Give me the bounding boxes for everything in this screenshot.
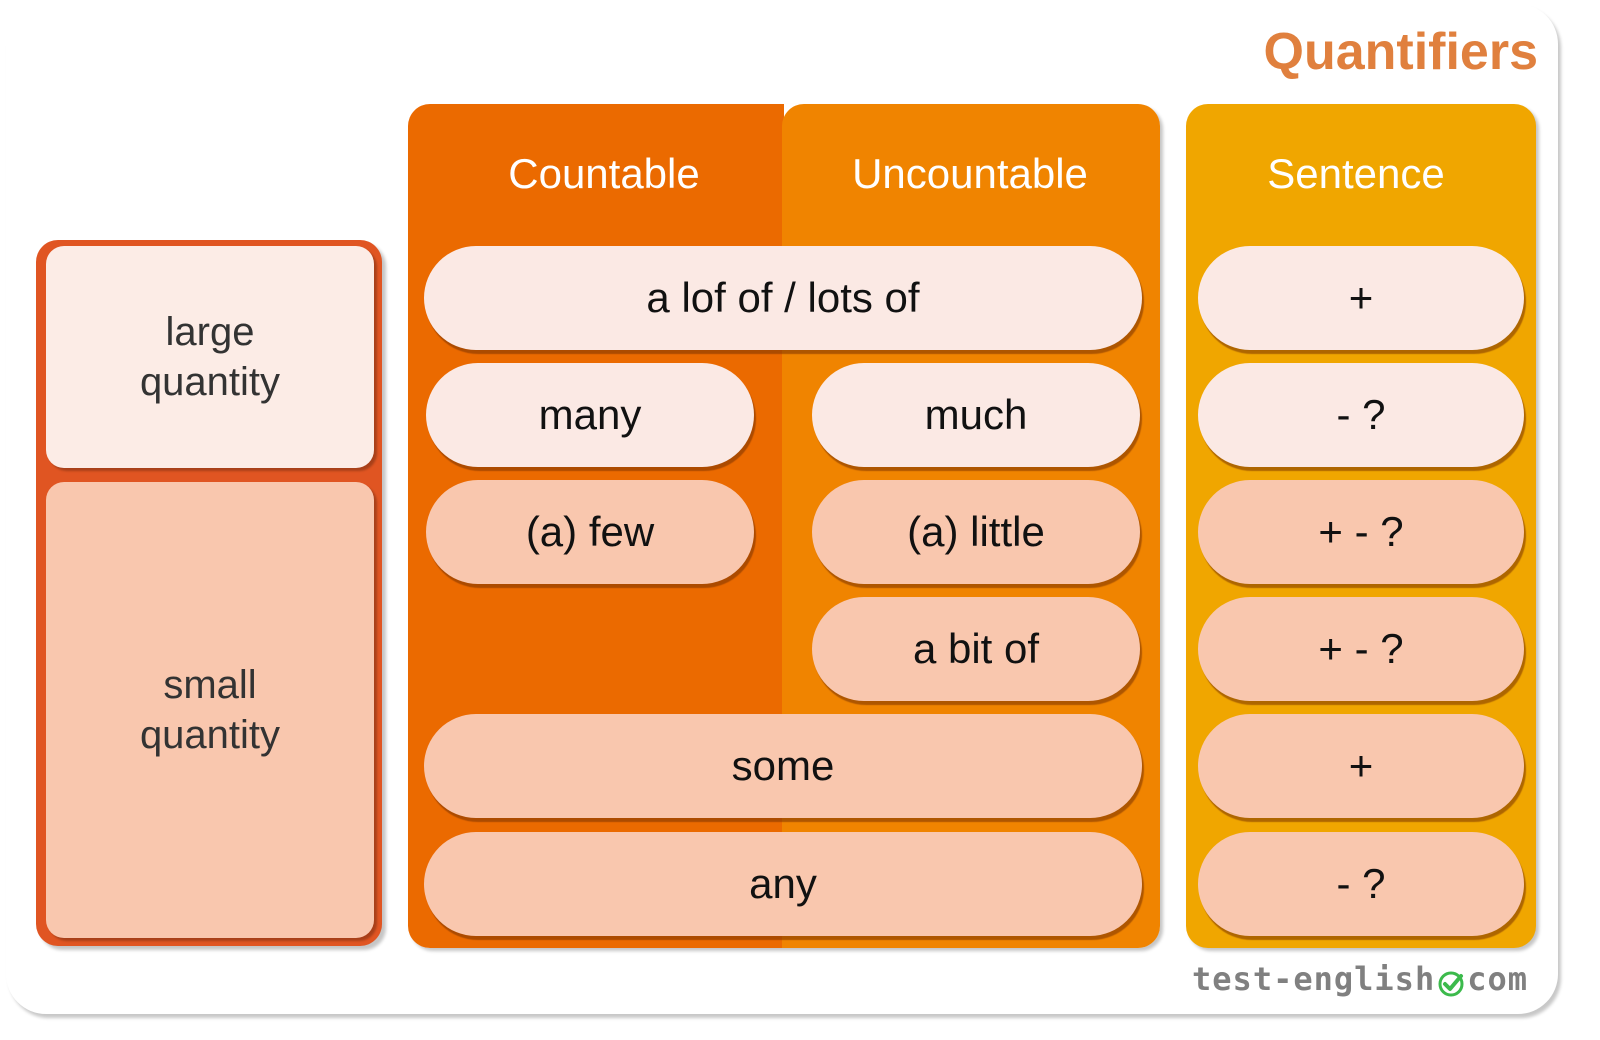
page-title: Quantifiers xyxy=(1263,23,1539,81)
brand-text-right: com xyxy=(1467,960,1528,998)
sentence-type: - ? xyxy=(1198,363,1524,467)
quantifier-some: some xyxy=(424,714,1142,818)
sentence-type: - ? xyxy=(1198,832,1524,936)
countable-header: Countable xyxy=(508,150,700,197)
large-quantity-label: large quantity xyxy=(46,246,374,468)
quantifier-a-lot-of: a lof of / lots of xyxy=(424,246,1142,350)
quantifier-many: many xyxy=(426,363,754,467)
brand-text-left: test-english xyxy=(1192,960,1436,998)
sentence-type: + - ? xyxy=(1198,597,1524,701)
quantifier-much: much xyxy=(812,363,1140,467)
green-check-circle-icon xyxy=(1437,968,1465,997)
sentence-type: + xyxy=(1198,246,1524,350)
brand-logo: test-english com xyxy=(1192,960,1528,998)
quantifier-a-little: (a) little xyxy=(812,480,1140,584)
quantifier-a-bit-of: a bit of xyxy=(812,597,1140,701)
sentence-type: + xyxy=(1198,714,1524,818)
small-quantity-label: small quantity xyxy=(46,482,374,938)
sentence-type: + - ? xyxy=(1198,480,1524,584)
quantity-column: large quantity small quantity xyxy=(36,240,382,946)
quantifier-a-few: (a) few xyxy=(426,480,754,584)
quantifier-any: any xyxy=(424,832,1142,936)
uncountable-header: Uncountable xyxy=(852,150,1088,197)
sentence-header: Sentence xyxy=(1267,150,1445,197)
